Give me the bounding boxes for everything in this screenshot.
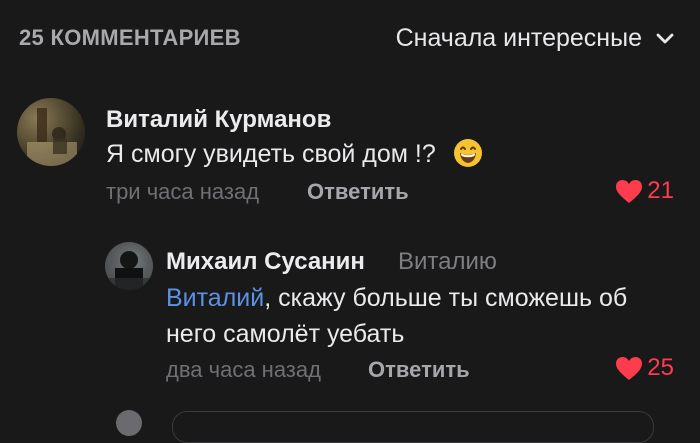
- comment-time: три часа назад: [106, 179, 260, 204]
- avatar[interactable]: [105, 242, 153, 290]
- mention-link[interactable]: Виталий: [166, 284, 264, 312]
- user-avatar: [116, 410, 142, 436]
- sort-label: Сначала интересные: [395, 24, 642, 52]
- comments-count: 25 КОММЕНТАРИЕВ: [19, 25, 241, 50]
- comment-time: два часа назад: [166, 357, 321, 382]
- comment-text-body: Я смогу увидеть свой дом !?: [106, 140, 436, 168]
- comment-text-line2: него самолёт уебать: [166, 320, 405, 348]
- comment-author[interactable]: Михаил Сусанин: [166, 248, 365, 276]
- comment-author[interactable]: Виталий Курманов: [106, 106, 331, 134]
- like-count: 25: [647, 354, 674, 381]
- grinning-emoji-icon: [453, 139, 482, 168]
- avatar-photo: [105, 242, 153, 290]
- reply-button[interactable]: Ответить: [368, 357, 470, 383]
- comment-text: Виталий, скажу больше ты сможешь об него…: [166, 280, 627, 352]
- avatar[interactable]: [17, 98, 85, 166]
- like-button[interactable]: 21: [615, 177, 674, 205]
- heart-icon: [616, 179, 643, 203]
- avatar-photo: [27, 108, 77, 166]
- comment-text-line1: , скажу больше ты сможешь об: [264, 284, 628, 312]
- comments-header: 25 КОММЕНТАРИЕВ Сначала интересные: [0, 0, 700, 80]
- sort-dropdown[interactable]: Сначала интересные: [396, 24, 674, 53]
- like-count: 21: [647, 177, 674, 204]
- comment-text: Я смогу увидеть свой дом !?: [106, 136, 483, 172]
- like-button[interactable]: 25: [615, 354, 674, 382]
- chevron-down-icon: [656, 33, 674, 43]
- reply-button[interactable]: Ответить: [307, 179, 409, 205]
- reply-to-label[interactable]: Виталию: [398, 248, 497, 276]
- heart-icon: [616, 356, 643, 380]
